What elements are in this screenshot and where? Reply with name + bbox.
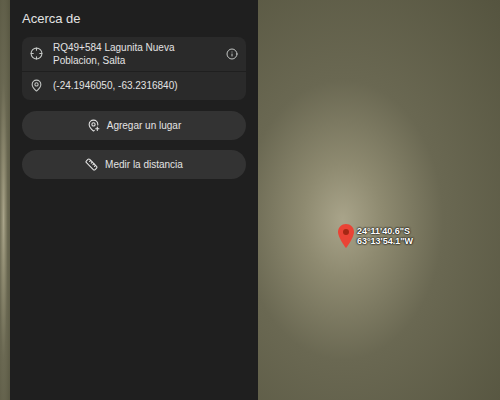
- plus-code-icon: [30, 47, 43, 60]
- add-place-icon: [87, 119, 100, 132]
- maps-screen: Acerca deRQ49+584 Lagunita Nueva Poblaci…: [0, 0, 500, 400]
- pin-label: 24°11'40.6"S63°13'54.1"W: [357, 224, 413, 246]
- info-card: RQ49+584 Lagunita Nueva Poblacion, Salta…: [22, 37, 246, 100]
- map-strip[interactable]: [0, 0, 10, 400]
- plus-code-row[interactable]: RQ49+584 Lagunita Nueva Poblacion, Salta: [22, 37, 246, 72]
- info-icon[interactable]: [226, 48, 238, 60]
- coordinates-text: (-24.1946050, -63.2316840): [53, 79, 178, 92]
- location-pin-icon: [30, 79, 43, 92]
- add-place-button[interactable]: Agregar un lugar: [22, 111, 246, 140]
- coordinates-row[interactable]: (-24.1946050, -63.2316840): [22, 72, 246, 100]
- about-panel: Acerca deRQ49+584 Lagunita Nueva Poblaci…: [10, 0, 258, 400]
- satellite-map[interactable]: 24°11'40.6"S63°13'54.1"W: [258, 0, 500, 400]
- red-pin-icon: [338, 224, 354, 248]
- plus-code-text: RQ49+584 Lagunita Nueva Poblacion, Salta: [53, 41, 216, 67]
- ruler-icon: [85, 158, 98, 171]
- map-pin[interactable]: 24°11'40.6"S63°13'54.1"W: [338, 224, 413, 248]
- measure-distance-button[interactable]: Medir la distancia: [22, 150, 246, 179]
- panel-title: Acerca de: [22, 9, 246, 37]
